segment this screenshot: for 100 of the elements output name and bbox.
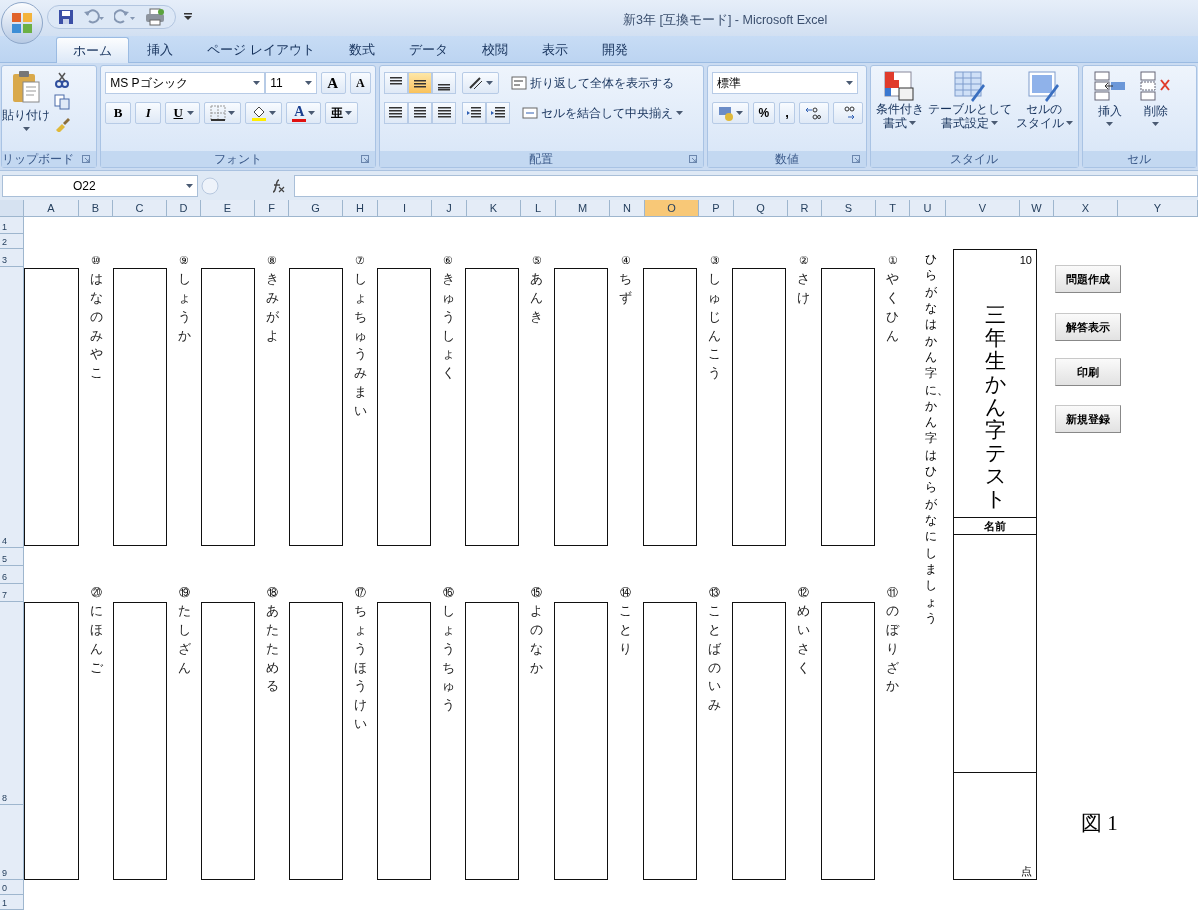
- decrease-decimal-button[interactable]: [832, 102, 863, 124]
- column-header[interactable]: L: [521, 200, 556, 216]
- column-header[interactable]: I: [378, 200, 432, 216]
- row-header[interactable]: 8: [0, 792, 7, 804]
- copy-icon[interactable]: [54, 94, 70, 110]
- dialog-launcher-icon[interactable]: [688, 155, 697, 163]
- percent-button[interactable]: %: [752, 102, 776, 124]
- formula-bar-handle-icon[interactable]: [200, 175, 220, 196]
- ribbon-tab[interactable]: 開発: [585, 38, 644, 62]
- answer-box[interactable]: [821, 602, 875, 880]
- answer-box[interactable]: [24, 602, 79, 880]
- ribbon-tab[interactable]: ページ レイアウト: [191, 38, 331, 62]
- cell-menu-button[interactable]: 挿入: [1092, 70, 1127, 126]
- macro-button[interactable]: 問題作成: [1055, 265, 1121, 293]
- scissors-icon[interactable]: [54, 72, 70, 88]
- column-header[interactable]: B: [79, 200, 113, 216]
- border-button[interactable]: [204, 102, 242, 124]
- caret-icon[interactable]: [186, 183, 193, 188]
- row-header[interactable]: 0: [0, 882, 7, 894]
- row-header[interactable]: 2: [0, 236, 7, 248]
- style-menu-button[interactable]: テーブルとして 書式設定: [926, 70, 1013, 130]
- answer-box[interactable]: [821, 268, 875, 546]
- caret-icon[interactable]: [253, 81, 261, 85]
- macro-button[interactable]: 新規登録: [1055, 405, 1121, 433]
- ribbon-tab[interactable]: 数式: [332, 38, 391, 62]
- row-header[interactable]: 1: [0, 221, 7, 233]
- caret-icon[interactable]: [1065, 121, 1073, 125]
- currency-button[interactable]: [711, 102, 749, 124]
- increase-decimal-button[interactable]: [798, 102, 829, 124]
- ribbon-tab[interactable]: 表示: [525, 38, 584, 62]
- answer-box[interactable]: [465, 268, 519, 546]
- cell-menu-button[interactable]: 削除: [1138, 70, 1173, 126]
- answer-box[interactable]: [24, 268, 79, 546]
- font-color-button[interactable]: A: [286, 102, 322, 124]
- style-menu-button[interactable]: 条件付き 書式: [874, 70, 925, 130]
- answer-box[interactable]: [113, 602, 167, 880]
- italic-button[interactable]: I: [135, 102, 162, 124]
- column-header[interactable]: D: [167, 200, 201, 216]
- column-header[interactable]: J: [432, 200, 467, 216]
- increase-decimal-icon[interactable]: [804, 105, 823, 121]
- paste-button[interactable]: 貼り付け: [2, 106, 50, 124]
- caret-icon[interactable]: [675, 111, 683, 115]
- formula-input[interactable]: [294, 174, 1198, 197]
- column-header[interactable]: R: [788, 200, 822, 216]
- row-header[interactable]: 7: [0, 589, 7, 601]
- ribbon-tab[interactable]: 挿入: [131, 38, 189, 62]
- wrap-text-icon[interactable]: [510, 75, 527, 91]
- style-menu-button[interactable]: セルの スタイル: [1014, 70, 1074, 130]
- dialog-launcher-icon[interactable]: [360, 155, 369, 163]
- caret-icon[interactable]: [485, 81, 493, 85]
- currency-icon[interactable]: [717, 105, 734, 121]
- caret-icon[interactable]: [228, 111, 236, 115]
- font-name-field[interactable]: MS Pゴシック: [105, 72, 266, 94]
- caret-icon[interactable]: [187, 111, 195, 115]
- column-header[interactable]: F: [255, 200, 289, 216]
- column-header[interactable]: K: [467, 200, 521, 216]
- paintbrush-icon[interactable]: [54, 116, 70, 132]
- column-header[interactable]: E: [201, 200, 255, 216]
- caret-icon[interactable]: [909, 121, 917, 125]
- fill-color-button[interactable]: [245, 102, 283, 124]
- print-icon[interactable]: [145, 8, 165, 26]
- function-icon[interactable]: [270, 177, 286, 194]
- border-icon[interactable]: [210, 105, 227, 121]
- grow-font-button[interactable]: A: [321, 72, 347, 94]
- underline-button[interactable]: U: [165, 102, 201, 124]
- answer-box[interactable]: [732, 268, 786, 546]
- column-header[interactable]: Y: [1118, 200, 1198, 216]
- answer-box[interactable]: [377, 602, 431, 880]
- font-size-field[interactable]: 11: [265, 72, 318, 94]
- column-header[interactable]: P: [699, 200, 734, 216]
- ribbon-tab[interactable]: ホーム: [56, 37, 129, 63]
- name-box[interactable]: O22: [2, 174, 198, 197]
- orientation-icon[interactable]: [467, 75, 484, 91]
- ribbon-tab[interactable]: 校閲: [465, 38, 524, 62]
- row-header[interactable]: 3: [0, 254, 7, 266]
- answer-box[interactable]: [643, 268, 697, 546]
- merge-center-button[interactable]: セルを結合して中央揃え: [521, 102, 683, 124]
- answer-box[interactable]: [554, 268, 608, 546]
- comma-button[interactable]: ,: [779, 102, 795, 124]
- answer-box[interactable]: [201, 602, 255, 880]
- column-header[interactable]: X: [1054, 200, 1118, 216]
- answer-box[interactable]: [377, 268, 431, 546]
- customize-toolbar-icon[interactable]: [184, 13, 192, 21]
- caret-icon[interactable]: [22, 127, 30, 131]
- answer-box[interactable]: [732, 602, 786, 880]
- answer-box[interactable]: [643, 602, 697, 880]
- phonetic-button[interactable]: 亜: [325, 102, 359, 124]
- caret-icon[interactable]: [991, 121, 999, 125]
- dialog-launcher-icon[interactable]: [82, 155, 91, 163]
- number-format-field[interactable]: 標準: [711, 72, 858, 94]
- save-icon[interactable]: [58, 9, 74, 25]
- answer-box[interactable]: [289, 602, 343, 880]
- column-header[interactable]: V: [946, 200, 1020, 216]
- bold-button[interactable]: B: [105, 102, 132, 124]
- shrink-font-button[interactable]: A: [350, 72, 371, 94]
- column-header[interactable]: Q: [734, 200, 788, 216]
- caret-icon[interactable]: [345, 111, 353, 115]
- column-header[interactable]: U: [910, 200, 946, 216]
- column-header[interactable]: C: [113, 200, 167, 216]
- column-header[interactable]: A: [24, 200, 79, 216]
